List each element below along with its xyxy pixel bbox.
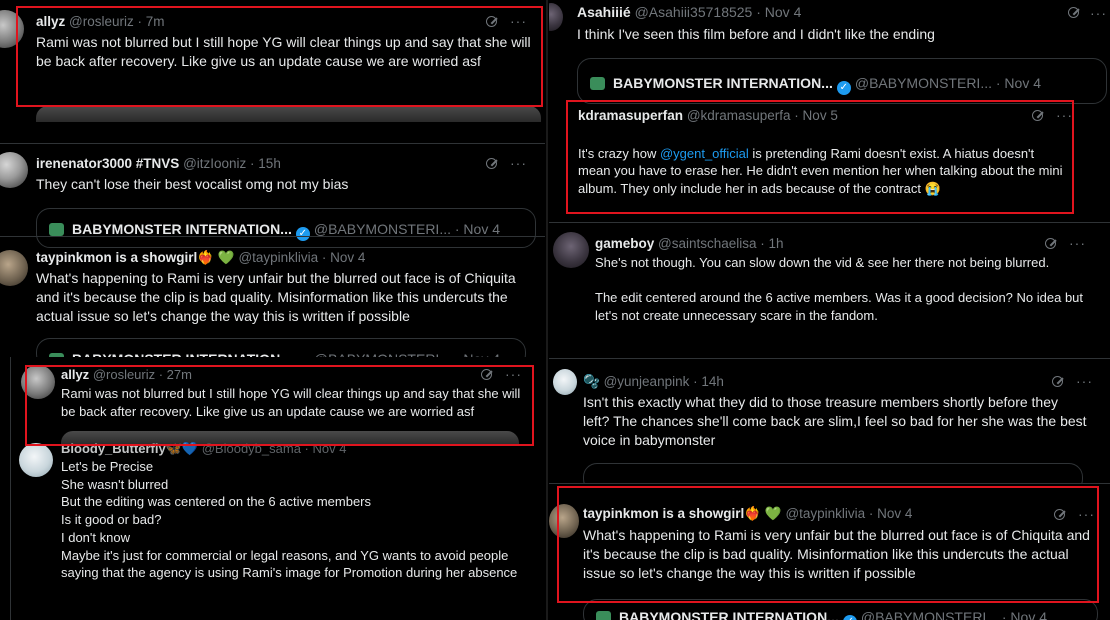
author-name[interactable]: irenenator3000 #TNVS xyxy=(36,156,179,171)
tweet-text: What's happening to Rami is very unfair … xyxy=(36,270,516,324)
avatar[interactable] xyxy=(19,443,53,477)
account-logo-icon xyxy=(590,77,605,90)
quoted-author-handle-time: @BABYMONSTERI... · Nov 4 xyxy=(854,75,1041,91)
verified-badge-icon: ✓ xyxy=(295,227,310,241)
quoted-author-handle-time: @BABYMONSTERI... · Nov 4 xyxy=(313,221,500,237)
avatar[interactable] xyxy=(553,232,589,268)
tweet-text: What's happening to Rami is very unfair … xyxy=(583,527,1090,581)
verified-badge-icon: ✓ xyxy=(836,81,851,95)
account-logo-icon xyxy=(49,223,64,236)
author-name[interactable]: kdramasuperfan xyxy=(578,108,683,123)
author-emoji: 🦋💙 xyxy=(165,441,199,456)
avatar[interactable] xyxy=(0,10,24,48)
account-logo-icon xyxy=(596,611,611,620)
grok-icon[interactable] xyxy=(481,369,492,380)
more-options-icon[interactable]: ··· xyxy=(510,14,527,28)
author-name[interactable]: Asahiiié xyxy=(577,4,631,20)
divider xyxy=(549,358,1110,359)
tweet-text: Isn't this exactly what they did to thos… xyxy=(583,394,1087,448)
avatar[interactable] xyxy=(0,152,28,188)
author-name[interactable]: gameboy xyxy=(595,236,654,251)
tweet-text: Let's be Precise She wasn't blurred But … xyxy=(61,459,518,581)
more-options-icon[interactable]: ··· xyxy=(1056,108,1073,122)
author-name[interactable]: taypinkmon is a showgirl xyxy=(583,506,744,521)
tweet-text: It's crazy how @ygent_official is preten… xyxy=(578,145,1063,197)
avatar[interactable] xyxy=(21,365,55,399)
quoted-author-name: BABYMONSTER INTERNATION... xyxy=(613,75,833,91)
author-handle-time[interactable]: @Asahiii35718525 · Nov 4 xyxy=(635,4,802,20)
more-options-icon[interactable]: ··· xyxy=(1090,6,1107,20)
author-handle-time[interactable]: @saintschaelisa · 1h xyxy=(658,236,784,251)
avatar[interactable] xyxy=(549,3,563,31)
author-name[interactable]: taypinkmon is a showgirl xyxy=(36,250,197,265)
more-options-icon[interactable]: ··· xyxy=(505,367,522,381)
quoted-author-name: BABYMONSTER INTERNATION... xyxy=(619,609,839,620)
avatar[interactable] xyxy=(0,250,28,286)
avatar[interactable] xyxy=(549,504,579,538)
author-handle-time[interactable]: @rosleuriz · 27m xyxy=(93,367,192,382)
quoted-tweet[interactable]: BABYMONSTER INTERNATION...✓@BABYMONSTERI… xyxy=(36,208,536,248)
tweet-text: They can't lose their best vocalist omg … xyxy=(36,176,349,192)
avatar[interactable] xyxy=(553,369,577,395)
quoted-tweet[interactable]: BABYMONSTER INTERNATION...✓@BABYMONSTERI… xyxy=(577,58,1107,104)
quoted-author-handle-time: @BABYMONSTERI... · Nov 4 xyxy=(860,609,1047,620)
divider xyxy=(0,143,545,144)
grok-icon[interactable] xyxy=(1068,7,1079,18)
quoted-author-name: BABYMONSTER INTERNATION... xyxy=(72,221,292,237)
author-emoji: 🫧 xyxy=(583,374,600,389)
author-handle-time[interactable]: @rosleuriz · 7m xyxy=(69,14,164,29)
author-handle-time[interactable]: @itzIooniz · 15h xyxy=(183,156,281,171)
more-options-icon[interactable]: ··· xyxy=(1076,374,1093,388)
more-options-icon[interactable]: ··· xyxy=(1078,507,1095,521)
grok-icon[interactable] xyxy=(486,16,497,27)
overlay-screenshot: allyz @rosleuriz · 27m ··· Rami was not … xyxy=(10,357,536,620)
column-divider xyxy=(546,0,548,620)
grok-icon[interactable] xyxy=(1032,110,1043,121)
author-emoji: ❤‍🔥 💚 xyxy=(744,506,782,521)
left-column: allyz @rosleuriz · 7m ✓ ··· Rami was not… xyxy=(0,0,545,620)
divider xyxy=(549,222,1110,223)
tweet-text: Rami was not blurred but I still hope YG… xyxy=(36,34,531,69)
grok-icon[interactable] xyxy=(1052,376,1063,387)
more-options-icon[interactable]: ··· xyxy=(510,156,527,170)
verified-badge-icon: ✓ xyxy=(842,615,857,620)
author-name[interactable]: Bloody_Butterfly xyxy=(61,441,166,456)
grok-icon[interactable] xyxy=(1054,509,1065,520)
divider xyxy=(0,236,545,237)
grok-icon[interactable] xyxy=(486,158,497,169)
right-column: Asahiiié @Asahiii35718525 · Nov 4 ··· I … xyxy=(549,0,1110,620)
author-name[interactable]: allyz xyxy=(36,14,65,29)
author-name[interactable]: allyz xyxy=(61,367,89,382)
mention-link[interactable]: @ygent_official xyxy=(660,146,749,161)
tweet-text: I think I've seen this film before and I… xyxy=(577,26,935,42)
more-options-icon[interactable]: ··· xyxy=(1069,236,1086,250)
author-handle-time[interactable]: @yunjeanpink · 14h xyxy=(604,374,724,389)
tweet-text: Rami was not blurred but I still hope YG… xyxy=(61,386,521,419)
author-handle-time[interactable]: @taypinklivia · Nov 4 xyxy=(238,250,365,265)
grok-icon[interactable] xyxy=(1045,238,1056,249)
author-emoji: ❤‍🔥 💚 xyxy=(197,250,235,265)
author-handle-time[interactable]: @Bloodyb_sama · Nov 4 xyxy=(202,441,347,456)
author-handle-time[interactable]: @taypinklivia · Nov 4 xyxy=(785,506,912,521)
media-preview[interactable] xyxy=(36,106,541,122)
quoted-tweet[interactable]: BABYMONSTER INTERNATION...✓@BABYMONSTERI… xyxy=(583,599,1098,620)
tweet-text: She's not though. You can slow down the … xyxy=(595,255,1084,324)
tweet-taypinkmon-right[interactable]: taypinkmon is a showgirl❤‍🔥 💚 @taypinkli… xyxy=(549,483,1110,620)
author-handle-time[interactable]: @kdramasuperfa · Nov 5 xyxy=(687,108,838,123)
